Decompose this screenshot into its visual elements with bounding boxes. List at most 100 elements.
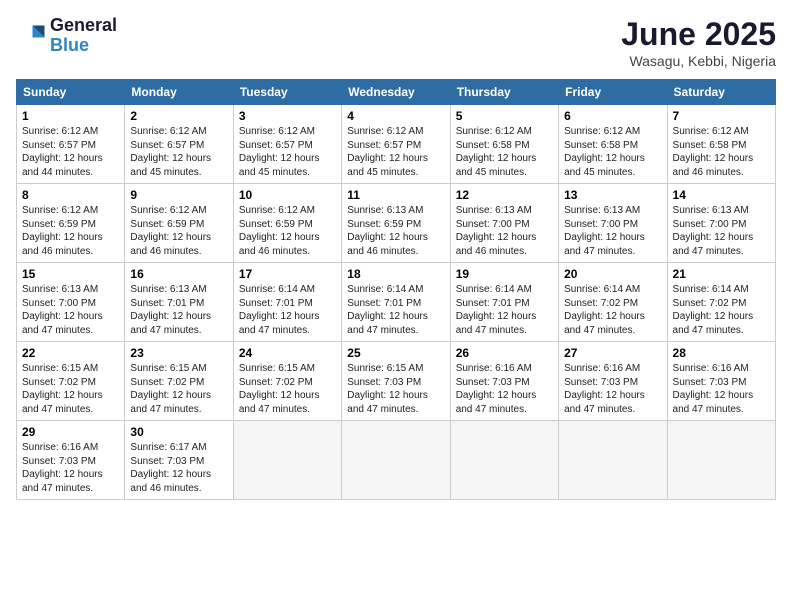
day-number: 22: [22, 346, 119, 360]
day-details: Sunrise: 6:12 AMSunset: 6:57 PMDaylight:…: [22, 125, 119, 179]
table-row: 14 Sunrise: 6:13 AMSunset: 7:00 PMDayligh…: [667, 184, 775, 263]
calendar-title: June 2025: [621, 16, 776, 53]
day-number: 20: [564, 267, 661, 281]
table-row: 4Sunrise: 6:12 AMSunset: 6:57 PMDaylight…: [342, 105, 450, 184]
col-friday: Friday: [559, 80, 667, 105]
table-row: [450, 421, 558, 500]
table-row: [559, 421, 667, 500]
day-details: Sunrise: 6:16 AMSunset: 7:03 PMDaylight:…: [22, 441, 119, 495]
day-details: Sunrise: 6:15 AMSunset: 7:03 PMDaylight:…: [347, 362, 444, 416]
table-row: 19 Sunrise: 6:14 AMSunset: 7:01 PMDayligh…: [450, 263, 558, 342]
day-details: Sunrise: 6:13 AMSunset: 7:00 PMDaylight:…: [564, 204, 661, 258]
page-header: General Blue June 2025 Wasagu, Kebbi, Ni…: [16, 16, 776, 69]
table-row: 17 Sunrise: 6:14 AMSunset: 7:01 PMDayligh…: [233, 263, 341, 342]
table-row: 2 Sunrise: 6:12 AMSunset: 6:57 PMDaylight…: [125, 105, 233, 184]
day-details: Sunrise: 6:12 AMSunset: 6:57 PMDaylight:…: [239, 125, 336, 179]
day-number: 9: [130, 188, 227, 202]
table-row: 10Sunrise: 6:12 AMSunset: 6:59 PMDayligh…: [233, 184, 341, 263]
day-number: 5: [456, 109, 553, 123]
calendar-header-row: Sunday Monday Tuesday Wednesday Thursday…: [17, 80, 776, 105]
day-number: 23: [130, 346, 227, 360]
table-row: 5 Sunrise: 6:12 AMSunset: 6:58 PMDaylight…: [450, 105, 558, 184]
day-number: 25: [347, 346, 444, 360]
day-number: 14: [673, 188, 770, 202]
day-details: Sunrise: 6:14 AMSunset: 7:01 PMDaylight:…: [347, 283, 444, 337]
day-number: 28: [673, 346, 770, 360]
table-row: 25 Sunrise: 6:15 AMSunset: 7:03 PMDayligh…: [342, 342, 450, 421]
day-number: 11: [347, 188, 444, 202]
day-number: 8: [22, 188, 119, 202]
table-row: 20 Sunrise: 6:14 AMSunset: 7:02 PMDayligh…: [559, 263, 667, 342]
day-number: 30: [130, 425, 227, 439]
day-details: Sunrise: 6:16 AMSunset: 7:03 PMDaylight:…: [564, 362, 661, 416]
table-row: 24 Sunrise: 6:15 AMSunset: 7:02 PMDayligh…: [233, 342, 341, 421]
calendar-table: Sunday Monday Tuesday Wednesday Thursday…: [16, 79, 776, 500]
day-number: 16: [130, 267, 227, 281]
table-row: [342, 421, 450, 500]
col-thursday: Thursday: [450, 80, 558, 105]
table-row: 28 Sunrise: 6:16 AMSunset: 7:03 PMDayligh…: [667, 342, 775, 421]
table-row: 22 Sunrise: 6:15 AMSunset: 7:02 PMDayligh…: [17, 342, 125, 421]
logo-icon: [16, 21, 46, 51]
col-sunday: Sunday: [17, 80, 125, 105]
table-row: 7 Sunrise: 6:12 AMSunset: 6:58 PMDaylight…: [667, 105, 775, 184]
day-details: Sunrise: 6:15 AMSunset: 7:02 PMDaylight:…: [239, 362, 336, 416]
day-number: 17: [239, 267, 336, 281]
day-details: Sunrise: 6:14 AMSunset: 7:01 PMDaylight:…: [456, 283, 553, 337]
logo: General Blue: [16, 16, 117, 56]
col-wednesday: Wednesday: [342, 80, 450, 105]
day-number: 10: [239, 188, 336, 202]
day-details: Sunrise: 6:12 AMSunset: 6:58 PMDaylight:…: [673, 125, 770, 179]
logo-line2: Blue: [50, 36, 117, 56]
day-details: Sunrise: 6:13 AMSunset: 7:00 PMDaylight:…: [456, 204, 553, 258]
day-number: 18: [347, 267, 444, 281]
day-details: Sunrise: 6:17 AMSunset: 7:03 PMDaylight:…: [130, 441, 227, 495]
day-number: 19: [456, 267, 553, 281]
calendar-subtitle: Wasagu, Kebbi, Nigeria: [621, 53, 776, 69]
title-block: June 2025 Wasagu, Kebbi, Nigeria: [621, 16, 776, 69]
table-row: 3 Sunrise: 6:12 AMSunset: 6:57 PMDaylight…: [233, 105, 341, 184]
table-row: 26Sunrise: 6:16 AMSunset: 7:03 PMDayligh…: [450, 342, 558, 421]
day-details: Sunrise: 6:12 AMSunset: 6:59 PMDaylight:…: [22, 204, 119, 258]
table-row: 23 Sunrise: 6:15 AMSunset: 7:02 PMDayligh…: [125, 342, 233, 421]
day-details: Sunrise: 6:15 AMSunset: 7:02 PMDaylight:…: [22, 362, 119, 416]
day-details: Sunrise: 6:15 AMSunset: 7:02 PMDaylight:…: [130, 362, 227, 416]
day-number: 29: [22, 425, 119, 439]
day-details: Sunrise: 6:14 AMSunset: 7:01 PMDaylight:…: [239, 283, 336, 337]
day-details: Sunrise: 6:13 AMSunset: 7:00 PMDaylight:…: [673, 204, 770, 258]
table-row: [667, 421, 775, 500]
day-number: 26: [456, 346, 553, 360]
day-details: Sunrise: 6:12 AMSunset: 6:59 PMDaylight:…: [130, 204, 227, 258]
day-number: 24: [239, 346, 336, 360]
table-row: 27Sunrise: 6:16 AMSunset: 7:03 PMDayligh…: [559, 342, 667, 421]
col-monday: Monday: [125, 80, 233, 105]
day-number: 2: [130, 109, 227, 123]
day-number: 15: [22, 267, 119, 281]
day-details: Sunrise: 6:13 AMSunset: 7:01 PMDaylight:…: [130, 283, 227, 337]
col-tuesday: Tuesday: [233, 80, 341, 105]
calendar-week-row: 22 Sunrise: 6:15 AMSunset: 7:02 PMDayligh…: [17, 342, 776, 421]
day-details: Sunrise: 6:12 AMSunset: 6:58 PMDaylight:…: [564, 125, 661, 179]
table-row: 29 Sunrise: 6:16 AMSunset: 7:03 PMDayligh…: [17, 421, 125, 500]
day-number: 7: [673, 109, 770, 123]
day-details: Sunrise: 6:16 AMSunset: 7:03 PMDaylight:…: [673, 362, 770, 416]
day-details: Sunrise: 6:14 AMSunset: 7:02 PMDaylight:…: [673, 283, 770, 337]
table-row: 6Sunrise: 6:12 AMSunset: 6:58 PMDaylight…: [559, 105, 667, 184]
table-row: 8 Sunrise: 6:12 AMSunset: 6:59 PMDaylight…: [17, 184, 125, 263]
table-row: 21Sunrise: 6:14 AMSunset: 7:02 PMDayligh…: [667, 263, 775, 342]
table-row: 18 Sunrise: 6:14 AMSunset: 7:01 PMDayligh…: [342, 263, 450, 342]
calendar-week-row: 15 Sunrise: 6:13 AMSunset: 7:00 PMDayligh…: [17, 263, 776, 342]
day-number: 13: [564, 188, 661, 202]
table-row: 9 Sunrise: 6:12 AMSunset: 6:59 PMDaylight…: [125, 184, 233, 263]
day-details: Sunrise: 6:12 AMSunset: 6:58 PMDaylight:…: [456, 125, 553, 179]
table-row: 16 Sunrise: 6:13 AMSunset: 7:01 PMDayligh…: [125, 263, 233, 342]
day-details: Sunrise: 6:13 AMSunset: 7:00 PMDaylight:…: [22, 283, 119, 337]
day-details: Sunrise: 6:12 AMSunset: 6:57 PMDaylight:…: [130, 125, 227, 179]
col-saturday: Saturday: [667, 80, 775, 105]
day-details: Sunrise: 6:14 AMSunset: 7:02 PMDaylight:…: [564, 283, 661, 337]
day-details: Sunrise: 6:12 AMSunset: 6:57 PMDaylight:…: [347, 125, 444, 179]
table-row: [233, 421, 341, 500]
day-details: Sunrise: 6:13 AMSunset: 6:59 PMDaylight:…: [347, 204, 444, 258]
day-number: 3: [239, 109, 336, 123]
table-row: 12Sunrise: 6:13 AMSunset: 7:00 PMDayligh…: [450, 184, 558, 263]
